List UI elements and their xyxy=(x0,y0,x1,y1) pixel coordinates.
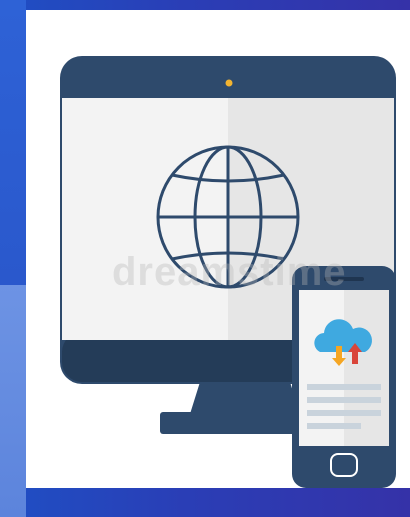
smartphone-icon xyxy=(292,266,396,488)
text-line xyxy=(307,423,361,429)
text-line xyxy=(307,384,381,390)
text-line xyxy=(307,410,381,416)
text-line xyxy=(307,397,381,403)
watermark: dreamstime xyxy=(112,250,347,294)
camera-dot xyxy=(225,79,233,87)
